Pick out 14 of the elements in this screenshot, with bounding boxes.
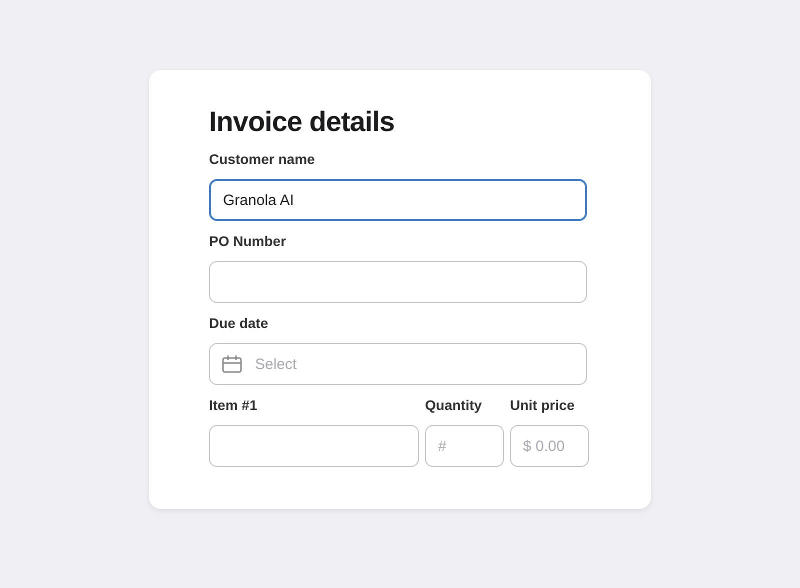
input-field[interactable]: $ 0.00 — [510, 425, 589, 467]
field-label: PO Number — [209, 232, 288, 251]
field-label: Due date — [209, 314, 270, 333]
field-label: Item #1 — [209, 396, 258, 415]
field-label: Customer name — [209, 150, 316, 169]
field-label: Unit price — [510, 396, 576, 415]
input-field[interactable] — [209, 261, 587, 303]
field-label: Quantity — [425, 396, 483, 415]
input-field[interactable]: Select — [209, 343, 587, 385]
input-field[interactable]: # — [425, 425, 504, 467]
calendar-icon — [222, 355, 242, 373]
input-field[interactable] — [209, 425, 419, 467]
input-field[interactable]: Granola AI — [209, 179, 587, 221]
form-title: Invoice details — [209, 105, 396, 139]
